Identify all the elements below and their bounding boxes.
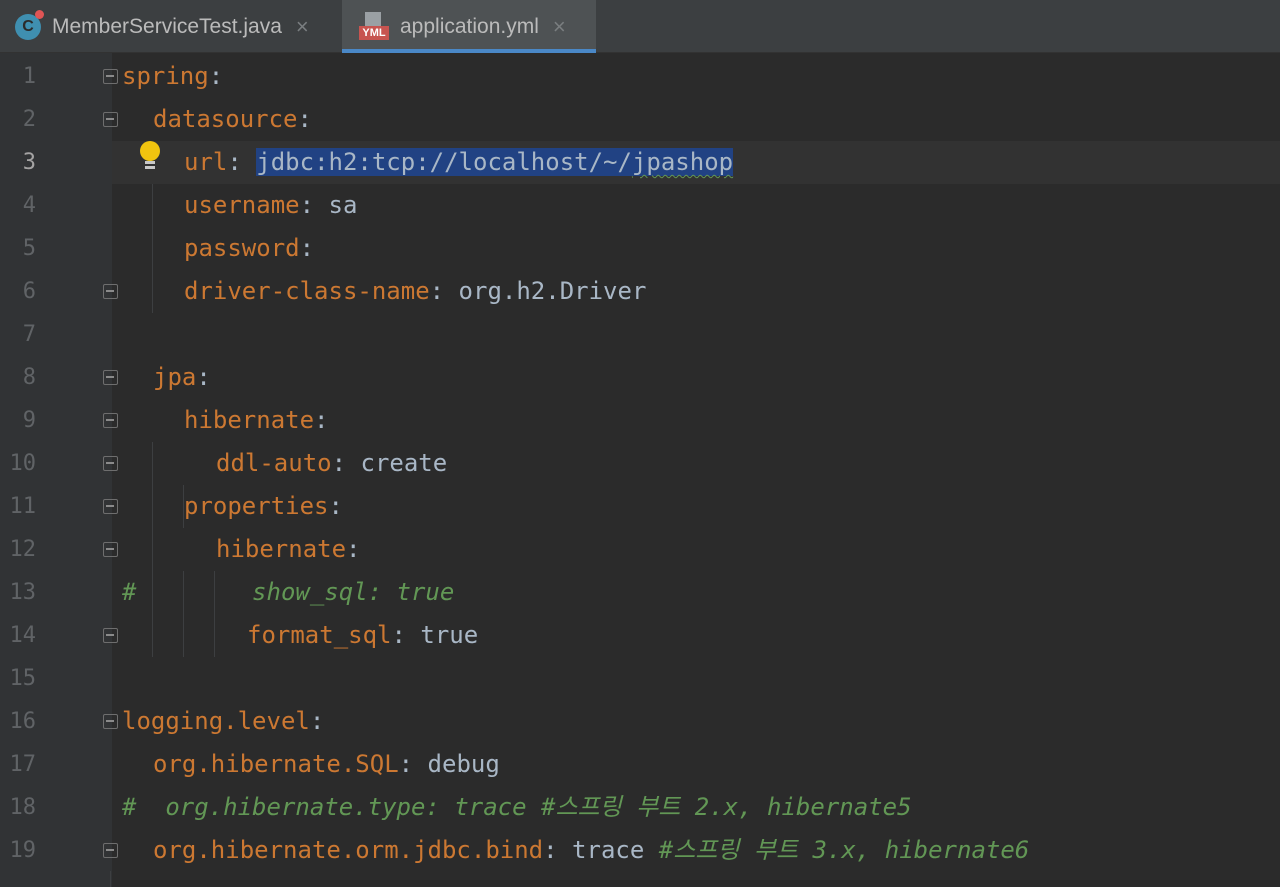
line-number: 1 — [22, 64, 36, 89]
line-number-gutter[interactable]: 1 2 3 4 5 6 7 8 9 10 11 12 13 14 15 16 1… — [0, 53, 118, 887]
line-number: 19 — [9, 838, 37, 863]
line-number: 9 — [22, 408, 36, 433]
line-number: 6 — [22, 279, 36, 304]
line-number: 4 — [22, 193, 36, 218]
line-number: 2 — [22, 107, 36, 132]
line-number: 16 — [9, 709, 37, 734]
spelling-warning: jpashop — [631, 148, 734, 176]
yaml-file-icon: YML — [359, 11, 389, 42]
line-number: 7 — [22, 322, 36, 347]
line-number-current: 3 — [22, 150, 36, 175]
code-line[interactable]: org.hibernate.orm.jdbc.bind: trace #스프링 … — [153, 829, 1029, 872]
code-line[interactable]: hibernate: — [216, 528, 361, 571]
code-line-current[interactable]: url: jdbc:h2:tcp://localhost/~/jpashop — [184, 141, 734, 184]
tab-member-service-test[interactable]: C MemberServiceTest.java × — [0, 0, 342, 53]
code-line[interactable]: spring: — [122, 55, 223, 98]
code-line[interactable]: properties: — [184, 485, 343, 528]
line-number: 18 — [9, 795, 37, 820]
line-number: 11 — [9, 494, 37, 519]
intention-lightbulb-icon[interactable] — [138, 141, 162, 171]
close-icon[interactable]: × — [553, 14, 566, 40]
line-number: 10 — [9, 451, 37, 476]
line-number: 15 — [9, 666, 37, 691]
code-line[interactable]: org.hibernate.SQL: debug — [153, 743, 500, 786]
code-line[interactable]: username: sa — [184, 184, 357, 227]
tab-application-yml[interactable]: YML application.yml × — [342, 0, 596, 53]
code-line[interactable]: ddl-auto: create — [216, 442, 447, 485]
text-selection: jdbc:h2:tcp://localhost/~/jpashop — [256, 148, 734, 176]
code-line[interactable]: logging.level: — [122, 700, 324, 743]
code-line[interactable]: driver-class-name: org.h2.Driver — [184, 270, 646, 313]
code-line[interactable]: hibernate: — [184, 399, 329, 442]
code-line[interactable]: format_sql: true — [247, 614, 478, 657]
line-number: 13 — [9, 580, 37, 605]
run-badge-icon — [35, 9, 44, 19]
line-number: 12 — [9, 537, 37, 562]
tab-label: MemberServiceTest.java — [52, 14, 282, 38]
line-number: 14 — [9, 623, 37, 648]
line-number: 8 — [22, 365, 36, 390]
tab-label: application.yml — [400, 14, 539, 38]
close-icon[interactable]: × — [296, 14, 309, 40]
code-line[interactable]: datasource: — [153, 98, 312, 141]
line-number: 5 — [22, 236, 36, 261]
line-number: 17 — [9, 752, 37, 777]
code-line-comment[interactable]: # show_sql: true — [122, 571, 454, 614]
editor-tab-bar: C MemberServiceTest.java × YML applicati… — [0, 0, 1280, 53]
code-line[interactable]: jpa: — [153, 356, 211, 399]
code-line[interactable]: password: — [184, 227, 314, 270]
code-editor[interactable]: spring: datasource: url: jdbc:h2:tcp://l… — [110, 53, 1280, 887]
code-line-comment[interactable]: # org.hibernate.type: trace #스프링 부트 2.x,… — [122, 786, 912, 829]
java-class-icon: C — [15, 9, 44, 40]
